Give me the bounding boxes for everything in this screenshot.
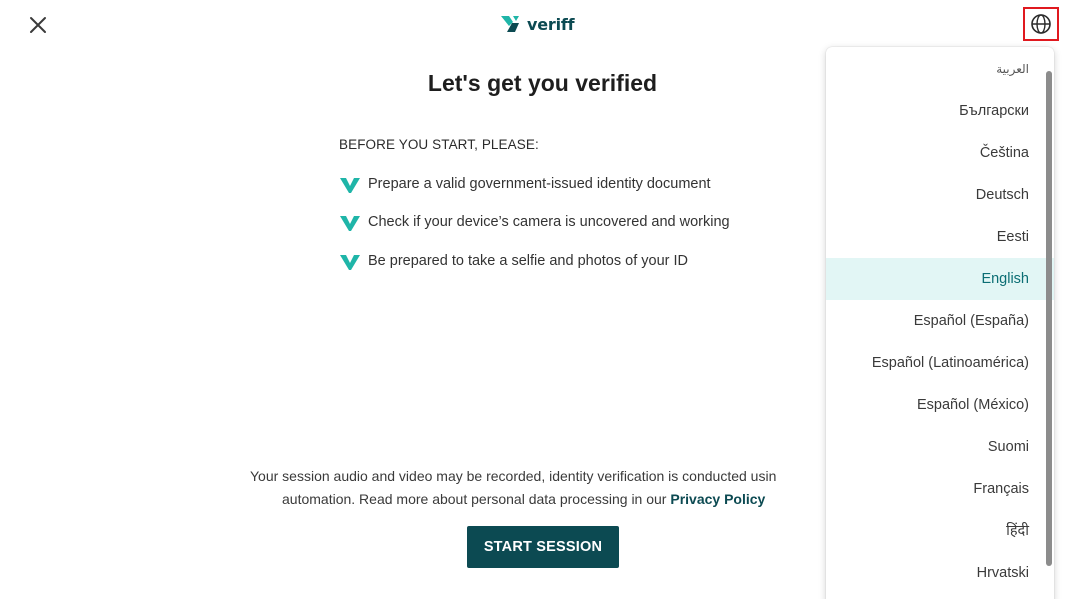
language-list: العربية Български Čeština Deutsch Eesti Engli… bbox=[826, 47, 1054, 594]
language-option[interactable]: Eesti bbox=[826, 216, 1054, 258]
check-icon bbox=[339, 174, 361, 194]
notice-line-2: automation. Read more about personal dat… bbox=[250, 488, 850, 511]
language-option[interactable]: हिंदी bbox=[826, 510, 1054, 552]
check-icon bbox=[339, 251, 361, 271]
language-option[interactable]: Български bbox=[826, 90, 1054, 132]
language-option[interactable]: Hrvatski bbox=[826, 552, 1054, 594]
language-option[interactable]: Deutsch bbox=[826, 174, 1054, 216]
list-item-text: Prepare a valid government-issued identi… bbox=[368, 175, 711, 192]
list-item-text: Check if your device’s camera is uncover… bbox=[368, 214, 730, 230]
start-session-button[interactable]: START SESSION bbox=[467, 526, 619, 568]
list-item: Be prepared to take a selfie and photos … bbox=[339, 251, 730, 270]
check-icon bbox=[339, 212, 361, 232]
logo-text: veriff bbox=[527, 14, 575, 34]
language-option[interactable]: Español (México) bbox=[826, 384, 1054, 426]
list-item: Check if your device’s camera is uncover… bbox=[339, 213, 730, 232]
language-option[interactable]: Čeština bbox=[826, 132, 1054, 174]
language-dropdown: العربية Български Čeština Deutsch Eesti Engli… bbox=[826, 47, 1054, 599]
list-item: Prepare a valid government-issued identi… bbox=[339, 174, 730, 193]
privacy-policy-link[interactable]: Privacy Policy bbox=[670, 491, 765, 507]
globe-icon bbox=[1031, 14, 1051, 34]
requirements-list: Prepare a valid government-issued identi… bbox=[339, 174, 730, 290]
language-option[interactable]: English bbox=[826, 258, 1054, 300]
language-selector-button[interactable] bbox=[1023, 7, 1059, 41]
veriff-logo-icon bbox=[499, 14, 521, 34]
language-option[interactable]: Español (Latinoamérica) bbox=[826, 342, 1054, 384]
before-you-start-heading: BEFORE YOU START, PLEASE: bbox=[339, 137, 539, 152]
veriff-logo: veriff bbox=[499, 12, 575, 36]
close-icon[interactable] bbox=[27, 14, 49, 36]
list-item-text: Be prepared to take a selfie and photos … bbox=[368, 252, 689, 269]
notice-line-2-text: automation. Read more about personal dat… bbox=[282, 491, 671, 507]
language-option[interactable]: Français bbox=[826, 468, 1054, 510]
language-option[interactable]: Español (España) bbox=[826, 300, 1054, 342]
language-option[interactable]: Suomi bbox=[826, 426, 1054, 468]
recording-notice: Your session audio and video may be reco… bbox=[250, 465, 850, 511]
language-list-scrollbar[interactable] bbox=[1046, 71, 1052, 566]
notice-line-1: Your session audio and video may be reco… bbox=[250, 468, 777, 484]
verification-page: veriff Let's get you verified BEFORE YOU… bbox=[0, 0, 1065, 599]
language-option[interactable]: العربية bbox=[826, 48, 1054, 90]
